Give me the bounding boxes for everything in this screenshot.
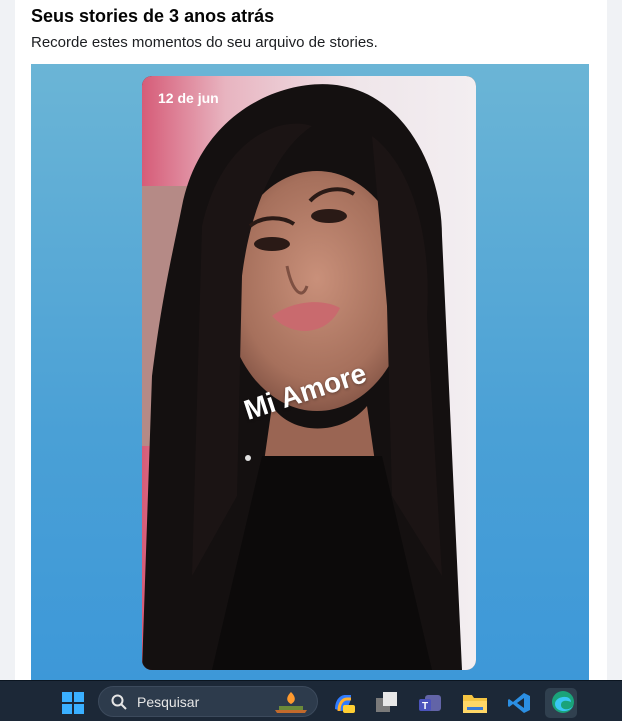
search-placeholder: Pesquisar — [137, 694, 200, 710]
page-background-left — [0, 0, 15, 680]
windows-start-icon[interactable] — [61, 691, 85, 715]
search-icon — [111, 694, 127, 715]
card-title: Seus stories de 3 anos atrás — [31, 6, 275, 26]
edge-icon-active[interactable] — [551, 690, 575, 714]
story-preview[interactable]: 12 de jun Mi Amore — [142, 76, 476, 670]
taskbar-search-box[interactable]: Pesquisar — [98, 686, 318, 717]
copilot-icon[interactable] — [331, 691, 355, 715]
vscode-icon[interactable] — [507, 691, 531, 715]
file-explorer-icon[interactable] — [463, 691, 487, 715]
page-background-right — [607, 0, 622, 680]
task-view-icon[interactable] — [375, 691, 399, 715]
campfire-widget-icon[interactable] — [271, 690, 311, 719]
story-date: 12 de jun — [158, 90, 219, 106]
svg-text:T: T — [422, 701, 428, 712]
teams-icon[interactable]: T — [419, 691, 443, 715]
memories-card: Seus stories de 3 anos atrás Recorde est… — [15, 0, 607, 680]
windows-taskbar: Pesquisar T — [0, 680, 622, 721]
card-subtitle: Recorde estes momentos do seu arquivo de… — [31, 34, 378, 51]
